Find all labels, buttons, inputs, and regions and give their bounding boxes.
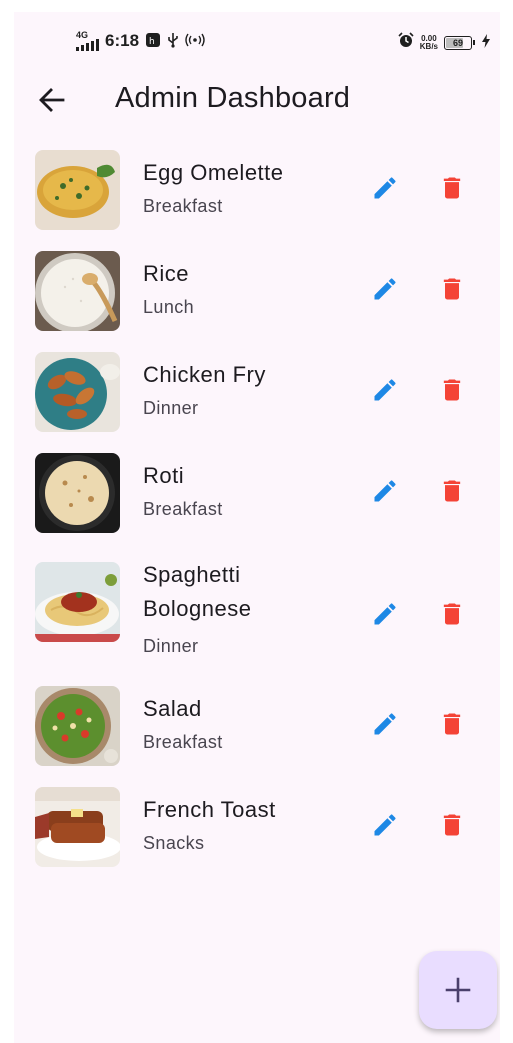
food-name: Rice — [143, 261, 190, 286]
pencil-icon — [374, 713, 396, 735]
battery-icon: 69 — [444, 35, 475, 50]
network-type: 4G — [76, 30, 89, 40]
hotspot-icon — [185, 32, 205, 51]
delete-button[interactable] — [432, 370, 472, 410]
delete-button[interactable] — [432, 805, 472, 845]
signal-indicator: 4G — [76, 31, 99, 51]
food-category: Snacks — [143, 833, 205, 853]
speed-unit: KB/s — [419, 41, 438, 51]
pencil-icon — [374, 177, 396, 199]
food-category: Lunch — [143, 297, 195, 317]
usb-icon — [167, 32, 179, 51]
food-name: Roti — [143, 463, 185, 488]
arrow-back-icon — [39, 88, 65, 112]
delete-button[interactable] — [432, 471, 472, 511]
food-name: Chicken Fry — [143, 362, 266, 387]
food-name-line2: Bolognese — [143, 596, 252, 621]
pencil-icon — [374, 814, 396, 836]
status-bar: 4G 6:18 h 0.00 KB/s 69 — [14, 12, 500, 68]
trash-icon — [443, 379, 461, 401]
edit-button[interactable] — [365, 168, 405, 208]
add-item-button[interactable] — [419, 951, 497, 1029]
food-category: Breakfast — [143, 499, 223, 519]
food-category: Dinner — [143, 636, 199, 656]
pencil-icon — [374, 603, 396, 625]
edit-button[interactable] — [365, 269, 405, 309]
edit-button[interactable] — [365, 805, 405, 845]
trash-icon — [443, 603, 461, 625]
app-screen: 4G 6:18 h 0.00 KB/s 69 Admin Dashboard E… — [14, 12, 500, 1043]
pencil-icon — [374, 278, 396, 300]
delete-button[interactable] — [432, 168, 472, 208]
food-image — [35, 686, 120, 766]
edit-button[interactable] — [365, 471, 405, 511]
food-name: Salad — [143, 696, 202, 721]
notification-icon: h — [145, 32, 161, 51]
delete-button[interactable] — [432, 704, 472, 744]
food-image — [35, 453, 120, 533]
trash-icon — [443, 713, 461, 735]
status-time: 6:18 — [105, 31, 140, 50]
trash-icon — [443, 177, 461, 199]
trash-icon — [443, 480, 461, 502]
food-image — [35, 787, 120, 867]
food-image — [35, 251, 120, 331]
edit-button[interactable] — [365, 704, 405, 744]
food-image — [35, 150, 120, 230]
edit-button[interactable] — [365, 594, 405, 634]
food-image — [35, 562, 120, 642]
battery-level: 69 — [452, 37, 463, 48]
food-category: Dinner — [143, 398, 199, 418]
svg-text:h: h — [149, 37, 155, 47]
delete-button[interactable] — [432, 594, 472, 634]
trash-icon — [443, 814, 461, 836]
food-category: Breakfast — [143, 196, 223, 216]
food-category: Breakfast — [143, 732, 223, 752]
page-title: Admin Dashboard — [115, 82, 351, 114]
signal-bars-icon — [76, 39, 99, 51]
food-image — [35, 352, 120, 432]
alarm-icon — [398, 32, 414, 53]
edit-button[interactable] — [365, 370, 405, 410]
food-name-line1: Spaghetti — [143, 562, 241, 587]
pencil-icon — [374, 480, 396, 502]
food-name: Egg Omelette — [143, 160, 284, 185]
app-bar: Admin Dashboard — [14, 68, 500, 132]
plus-icon — [445, 977, 471, 1003]
network-speed: 0.00 KB/s — [419, 34, 438, 51]
trash-icon — [443, 278, 461, 300]
delete-button[interactable] — [432, 269, 472, 309]
back-button[interactable] — [34, 82, 70, 118]
charging-icon — [482, 33, 490, 53]
pencil-icon — [374, 379, 396, 401]
food-name: French Toast — [143, 797, 276, 822]
